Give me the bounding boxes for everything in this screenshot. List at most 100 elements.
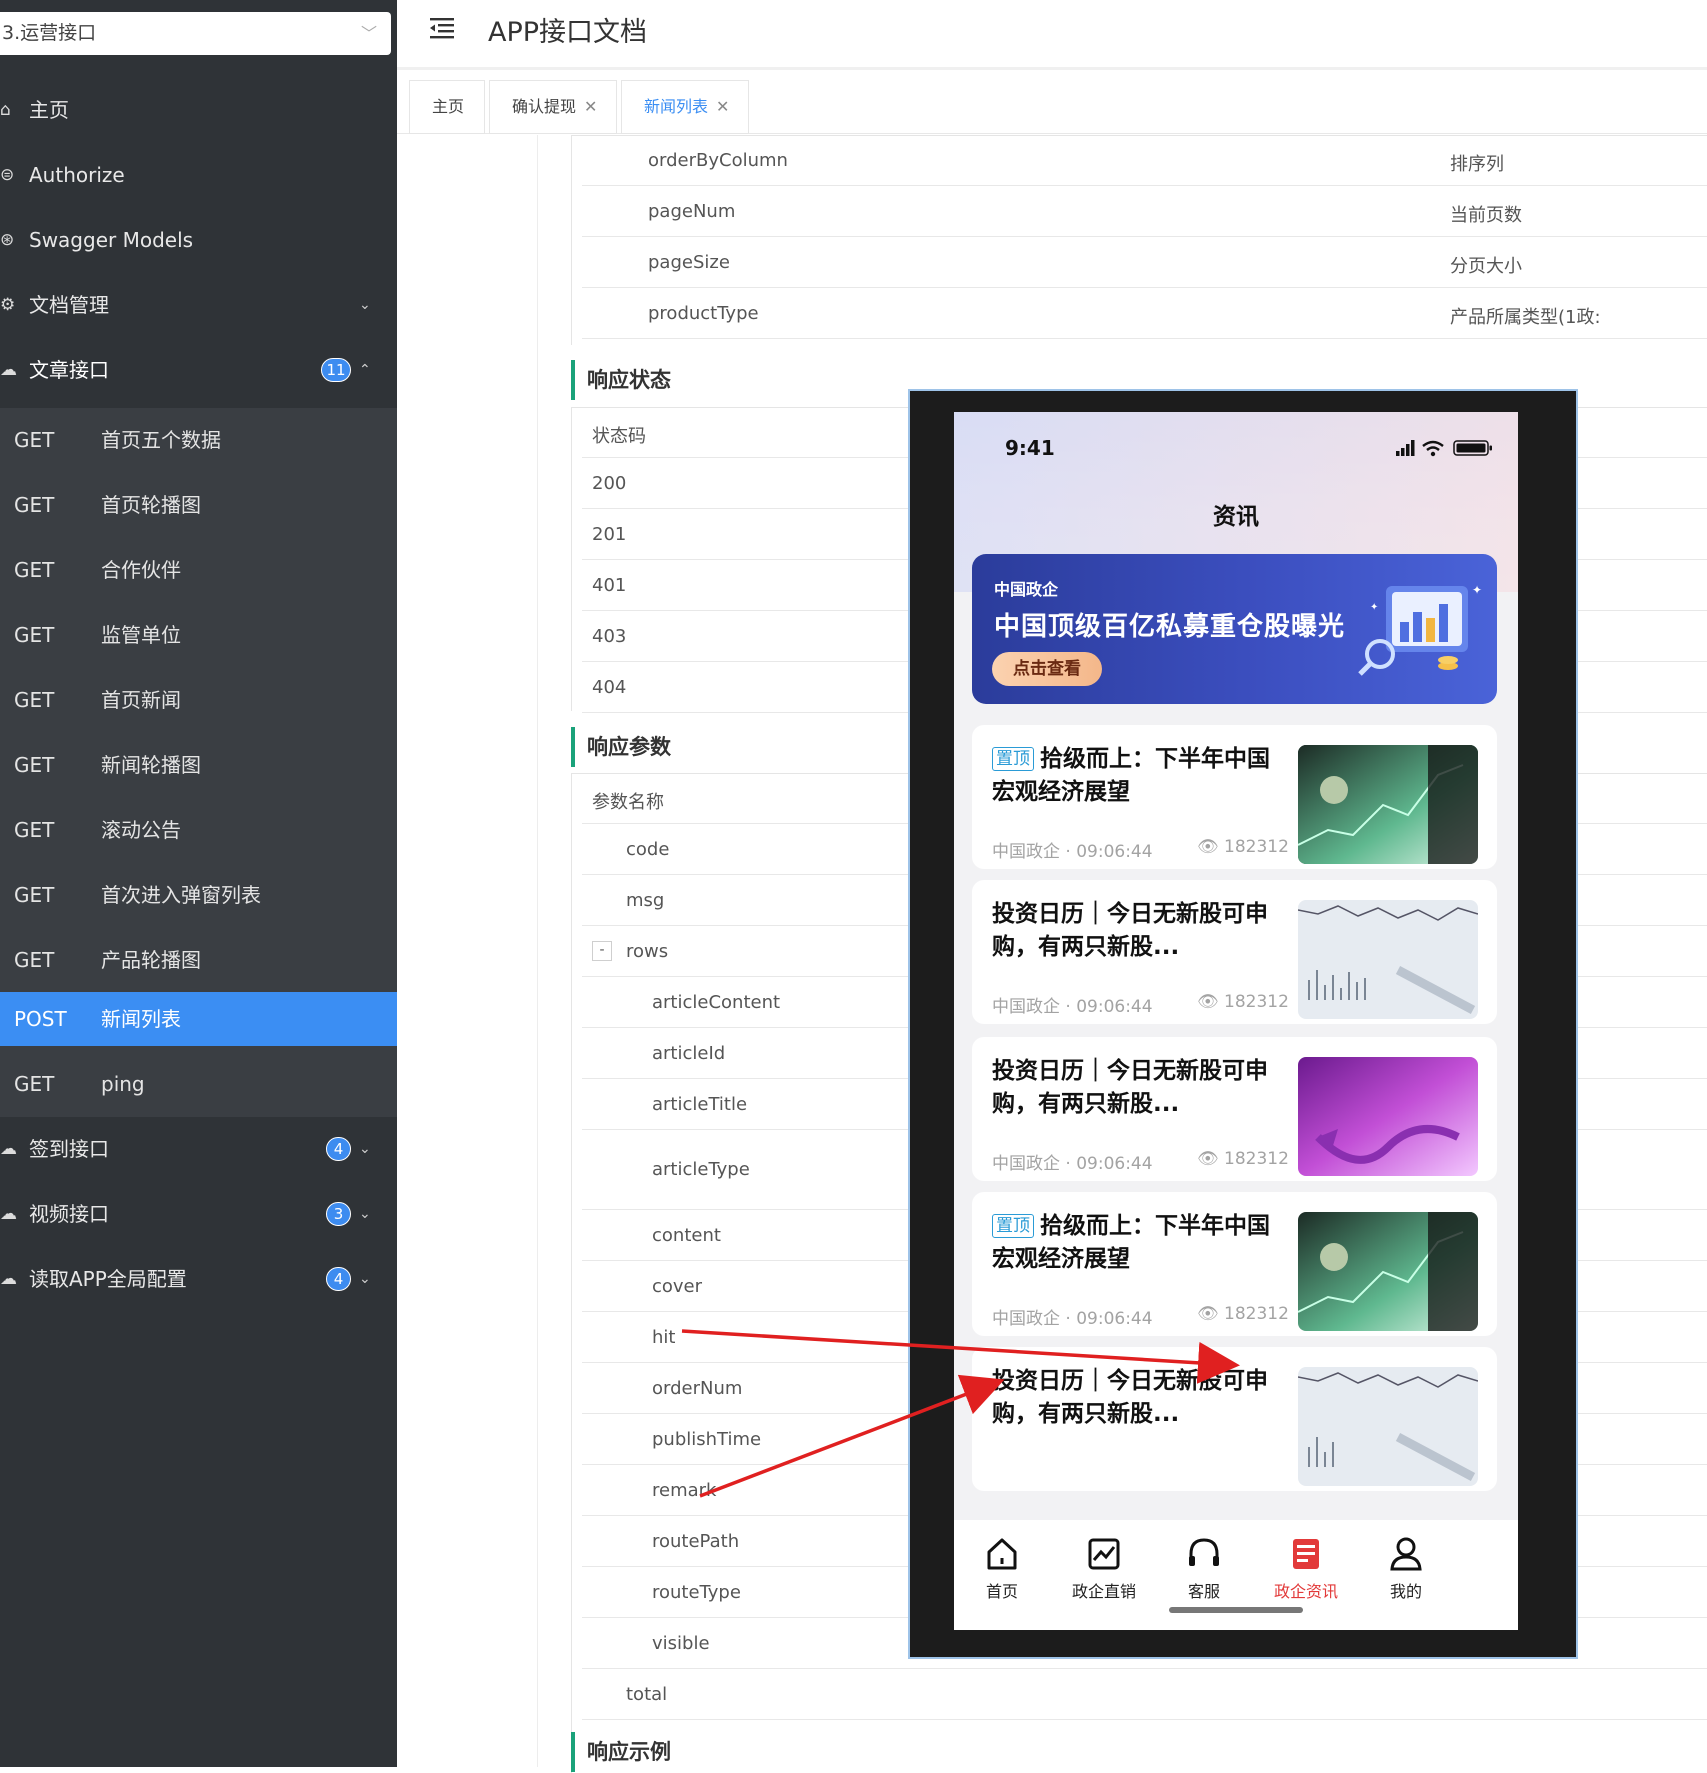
news-source: 中国政企 · 09:06:44 bbox=[992, 1154, 1153, 1174]
http-method: GET bbox=[14, 1072, 55, 1096]
tabbar-item-news[interactable]: 政企资讯 bbox=[1256, 1534, 1356, 1602]
endpoint-item[interactable]: GET 首页五个数据 bbox=[0, 413, 397, 467]
news-card[interactable]: 投资日历｜今日无新股可申购，有两只新股... bbox=[972, 1347, 1497, 1491]
banner-brand: 中国政企 bbox=[994, 580, 1059, 599]
sidebar-item-checkin-api[interactable]: ☁ 签到接口 4 ⌄ bbox=[0, 1117, 397, 1181]
battery-icon bbox=[1453, 440, 1492, 456]
menu-fold-icon[interactable] bbox=[430, 16, 456, 40]
sidebar-item-authorize[interactable]: ⊜ Authorize bbox=[0, 143, 397, 207]
sidebar-item-video-api[interactable]: ☁ 视频接口 3 ⌄ bbox=[0, 1182, 397, 1246]
endpoint-item[interactable]: GET 新闻轮播图 bbox=[0, 738, 397, 792]
endpoint-item[interactable]: GET 监管单位 bbox=[0, 608, 397, 662]
chevron-up-icon: ⌃ bbox=[359, 362, 371, 378]
param-name: visible bbox=[652, 1633, 710, 1654]
status-time: 9:41 bbox=[1005, 436, 1055, 460]
sidebar: 3.运营接口 ﹀ ⌂ 主页 ⊜ Authorize ⊛ Swagger Mode… bbox=[0, 0, 397, 1767]
endpoint-name: 滚动公告 bbox=[101, 818, 181, 842]
param-desc: 分页大小 bbox=[1450, 256, 1522, 277]
news-card[interactable]: 置顶 拾级而上：下半年中国宏观经济展望 中国政企 · 09:06:44 👁 182… bbox=[972, 725, 1497, 869]
tab-news-list[interactable]: 新闻列表 ✕ bbox=[621, 80, 749, 134]
status-code: 403 bbox=[592, 626, 627, 647]
sidebar-item-label: 签到接口 bbox=[29, 1137, 109, 1161]
close-icon[interactable]: ✕ bbox=[716, 97, 729, 116]
headset-icon bbox=[1189, 1538, 1219, 1566]
param-name: remark bbox=[652, 1480, 717, 1501]
news-card[interactable]: 投资日历｜今日无新股可申购，有两只新股... 中国政企 · 09:06:44 👁… bbox=[972, 1037, 1497, 1181]
endpoint-item[interactable]: GET ping bbox=[0, 1057, 397, 1111]
cube-icon: ⊛ bbox=[0, 230, 15, 250]
param-name: orderByColumn bbox=[648, 150, 788, 171]
section-title-response-status: 响应状态 bbox=[571, 360, 671, 400]
tab-label: 确认提现 bbox=[512, 97, 577, 116]
http-method: GET bbox=[14, 558, 55, 582]
endpoint-name: 新闻轮播图 bbox=[101, 753, 201, 777]
tabbar-item-support[interactable]: 客服 bbox=[1154, 1534, 1254, 1602]
tabbar-item-direct-sales[interactable]: 政企直销 bbox=[1054, 1534, 1154, 1602]
news-title: 投资日历｜今日无新股可申购，有两只新股... bbox=[992, 1058, 1268, 1117]
chevron-down-icon: ⌄ bbox=[359, 1271, 371, 1287]
view-count: 182312 bbox=[1224, 992, 1289, 1012]
endpoint-name: 首页新闻 bbox=[101, 688, 181, 712]
param-name: msg bbox=[626, 890, 665, 911]
endpoint-item[interactable]: GET 首次进入弹窗列表 bbox=[0, 868, 397, 922]
param-name: publishTime bbox=[652, 1429, 762, 1450]
endpoint-item-active[interactable]: POST 新闻列表 bbox=[0, 992, 397, 1046]
chevron-down-icon: ⌄ bbox=[359, 297, 371, 313]
eye-icon: 👁 bbox=[1197, 1304, 1224, 1324]
news-card[interactable]: 置顶 拾级而上：下半年中国宏观经济展望 中国政企 · 09:06:44 👁 182… bbox=[972, 1192, 1497, 1336]
sidebar-item-article-api[interactable]: ☁ 文章接口 11 ⌃ bbox=[0, 338, 397, 402]
tabbar-label: 政企直销 bbox=[1071, 1582, 1136, 1601]
banner-cta-button[interactable]: 点击查看 bbox=[992, 652, 1102, 686]
news-card[interactable]: 投资日历｜今日无新股可申购，有两只新股... 中国政企 · 09:06:44 👁… bbox=[972, 880, 1497, 1024]
close-icon[interactable]: ✕ bbox=[584, 97, 597, 116]
promo-banner[interactable]: 中国政企 中国顶级百亿私募重仓股曝光 点击查看 ✦ ✦ bbox=[972, 554, 1497, 704]
param-name: articleTitle bbox=[652, 1094, 748, 1115]
endpoint-item[interactable]: GET 首页新闻 bbox=[0, 673, 397, 727]
http-method: GET bbox=[14, 753, 55, 777]
collapse-toggle[interactable]: - bbox=[592, 941, 612, 961]
bottom-tab-bar: 首页 政企直销 客服 政企资讯 我的 bbox=[954, 1520, 1518, 1630]
tab-confirm-withdraw[interactable]: 确认提现 ✕ bbox=[489, 80, 617, 134]
tab-home[interactable]: 主页 bbox=[409, 80, 485, 134]
tab-label: 新闻列表 bbox=[644, 97, 709, 116]
endpoint-name: 首次进入弹窗列表 bbox=[101, 883, 261, 907]
http-method: GET bbox=[14, 948, 55, 972]
endpoint-item[interactable]: GET 产品轮播图 bbox=[0, 933, 397, 987]
sidebar-item-global-config[interactable]: ☁ 读取APP全局配置 4 ⌄ bbox=[0, 1247, 397, 1311]
sidebar-item-doc-management[interactable]: ⚙ 文档管理 ⌄ bbox=[0, 273, 397, 337]
wifi-icon bbox=[1422, 440, 1444, 457]
cloud-icon: ☁ bbox=[0, 1204, 17, 1224]
news-title-wrap: 置顶 拾级而上：下半年中国宏观经济展望 bbox=[992, 743, 1282, 809]
http-method: GET bbox=[14, 428, 55, 452]
tabbar-item-profile[interactable]: 我的 bbox=[1356, 1534, 1456, 1602]
sidebar-item-home[interactable]: ⌂ 主页 bbox=[0, 78, 397, 142]
endpoint-item[interactable]: GET 合作伙伴 bbox=[0, 543, 397, 597]
news-views: 👁 182312 bbox=[1197, 992, 1289, 1012]
endpoint-name: 首页轮播图 bbox=[101, 493, 201, 517]
section-title-response-example: 响应示例 bbox=[571, 1732, 671, 1772]
project-select[interactable]: 3.运营接口 ﹀ bbox=[0, 12, 391, 55]
endpoint-item[interactable]: GET 滚动公告 bbox=[0, 803, 397, 857]
param-desc: 产品所属类型(1政: bbox=[1450, 307, 1601, 328]
divider bbox=[537, 135, 538, 1767]
status-code: 200 bbox=[592, 473, 627, 494]
http-method: GET bbox=[14, 493, 55, 517]
eye-icon: 👁 bbox=[1197, 992, 1224, 1012]
http-method: GET bbox=[14, 883, 55, 907]
pin-badge: 置顶 bbox=[992, 1214, 1034, 1238]
endpoint-name: ping bbox=[101, 1072, 145, 1096]
column-header: 参数名称 bbox=[592, 792, 664, 813]
param-name: pageNum bbox=[648, 201, 736, 222]
tab-label: 主页 bbox=[432, 97, 465, 116]
param-name: cover bbox=[652, 1276, 703, 1297]
news-source: 中国政企 · 09:06:44 bbox=[992, 997, 1153, 1017]
param-name: pageSize bbox=[648, 252, 730, 273]
tabbar-item-home[interactable]: 首页 bbox=[954, 1534, 1052, 1602]
view-count: 182312 bbox=[1224, 837, 1289, 857]
svg-text:✦: ✦ bbox=[1370, 602, 1378, 613]
cloud-icon: ☁ bbox=[0, 1269, 17, 1289]
sidebar-item-swagger-models[interactable]: ⊛ Swagger Models bbox=[0, 208, 397, 272]
endpoint-item[interactable]: GET 首页轮播图 bbox=[0, 478, 397, 532]
param-name: routePath bbox=[652, 1531, 740, 1552]
tab-bar: 主页 确认提现 ✕ 新闻列表 ✕ bbox=[397, 80, 1707, 134]
